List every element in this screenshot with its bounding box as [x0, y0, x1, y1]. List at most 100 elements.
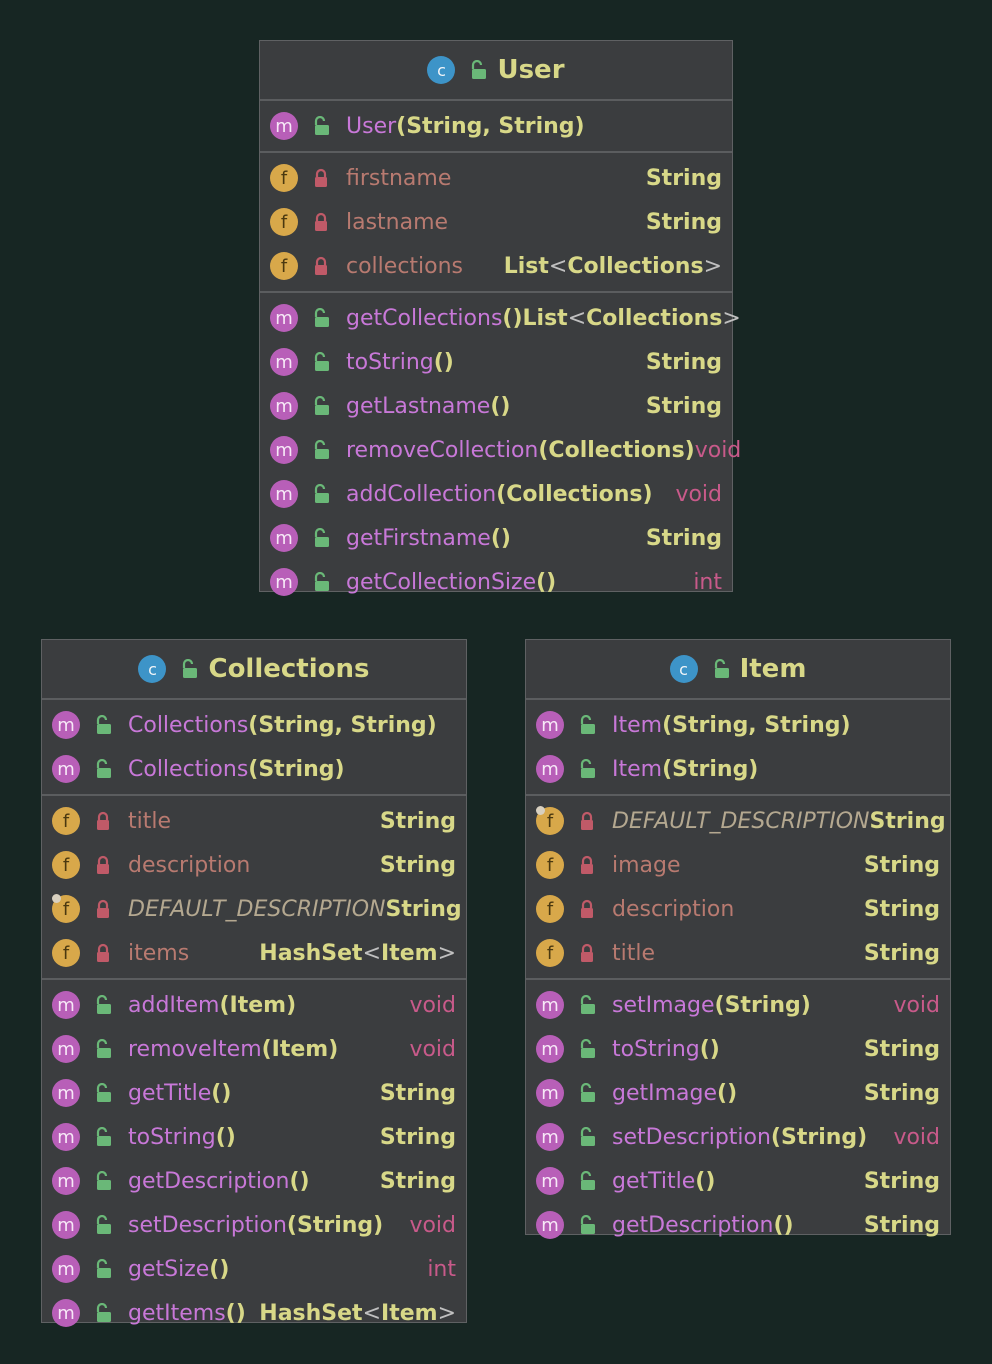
method-row[interactable]: m setDescription(String) void — [42, 1203, 466, 1247]
unlocked-icon — [578, 1215, 596, 1235]
method-row[interactable]: m getDescription() String — [42, 1159, 466, 1203]
field-row[interactable]: f description String — [526, 887, 950, 931]
field-row[interactable]: f lastname String — [260, 200, 732, 244]
method-row[interactable]: m Collections(String, String) — [42, 703, 466, 747]
member-identifier: getSize — [128, 1256, 210, 1282]
method-row[interactable]: m removeCollection(Collections) void — [260, 428, 741, 472]
member-identifier: getCollections — [346, 305, 503, 331]
method-row[interactable]: m getCollectionSize() int — [260, 560, 732, 604]
return-type: String — [863, 1168, 940, 1194]
class-header[interactable]: c Collections — [42, 640, 466, 700]
lock-icon — [94, 855, 112, 875]
method-row[interactable]: m toString() String — [42, 1115, 466, 1159]
field-row[interactable]: f firstname String — [260, 156, 732, 200]
method-row[interactable]: m toString() String — [260, 340, 732, 384]
method-row[interactable]: m setImage(String) void — [526, 983, 950, 1027]
field-row[interactable]: f title String — [526, 931, 950, 975]
field-name: description — [612, 897, 734, 922]
field-f-icon: f — [536, 851, 564, 879]
method-m-icon: m — [52, 755, 80, 783]
member-params: () — [490, 393, 511, 419]
method-row[interactable]: m setDescription(String) void — [526, 1115, 950, 1159]
member-identifier: DEFAULT_DESCRIPTION — [128, 896, 386, 922]
unlocked-icon — [312, 528, 330, 548]
return-type: void — [675, 481, 722, 507]
member-identifier: setDescription — [612, 1124, 771, 1150]
methods-section: m addItem(Item) void m removeItem(Item) void m… — [42, 980, 466, 1338]
field-f-icon: f — [270, 164, 298, 192]
method-row[interactable]: m getCollections() List<Collections> — [260, 296, 741, 340]
method-name: getSize() — [128, 1257, 229, 1282]
return-type: HashSet<Item> — [259, 940, 456, 966]
member-identifier: firstname — [346, 165, 452, 191]
method-row[interactable]: m toString() String — [526, 1027, 950, 1071]
unlocked-icon — [312, 396, 330, 416]
method-row[interactable]: m Item(String, String) — [526, 703, 950, 747]
unlocked-icon — [712, 659, 730, 679]
unlocked-icon — [94, 1127, 112, 1147]
field-f-icon: f — [52, 851, 80, 879]
field-f-icon: f — [270, 252, 298, 280]
member-identifier: items — [128, 940, 190, 966]
unlocked-icon — [312, 572, 330, 592]
member-params: () — [225, 1300, 246, 1326]
method-m-icon: m — [52, 1123, 80, 1151]
member-params: () — [433, 349, 454, 375]
method-row[interactable]: m removeItem(Item) void — [42, 1027, 466, 1071]
unlocked-icon — [94, 1171, 112, 1191]
method-row[interactable]: m User(String, String) — [260, 104, 732, 148]
member-params: (String) — [770, 1124, 868, 1150]
field-f-icon: f — [536, 939, 564, 967]
field-row[interactable]: f title String — [42, 799, 466, 843]
return-type: int — [427, 1256, 456, 1282]
method-row[interactable]: m getImage() String — [526, 1071, 950, 1115]
member-identifier: getFirstname — [346, 525, 491, 551]
unlocked-icon — [312, 440, 330, 460]
member-identifier: toString — [612, 1036, 700, 1062]
lock-icon — [312, 256, 330, 276]
method-row[interactable]: m addCollection(Collections) void — [260, 472, 732, 516]
method-m-icon: m — [52, 1035, 80, 1063]
member-params: () — [502, 305, 523, 331]
method-row[interactable]: m addItem(Item) void — [42, 983, 466, 1027]
class-header[interactable]: c Item — [526, 640, 950, 700]
method-name: getCollections() — [346, 306, 523, 331]
class-title: User — [497, 55, 565, 85]
unlocked-icon — [180, 659, 198, 679]
return-type: String — [645, 209, 722, 235]
method-row[interactable]: m getLastname() String — [260, 384, 732, 428]
member-identifier: lastname — [346, 209, 449, 235]
methods-section: m setImage(String) void m toString() String m g… — [526, 980, 950, 1250]
return-type: String — [379, 1124, 456, 1150]
field-row[interactable]: f DEFAULT_DESCRIPTION String — [42, 887, 466, 931]
field-row[interactable]: f collections List<Collections> — [260, 244, 732, 288]
member-identifier: description — [612, 896, 735, 922]
method-row[interactable]: m getTitle() String — [526, 1159, 950, 1203]
member-params: (String) — [662, 756, 759, 782]
method-row[interactable]: m Item(String) — [526, 747, 950, 791]
member-params: () — [773, 1212, 794, 1238]
method-m-icon: m — [270, 112, 298, 140]
member-params: () — [695, 1168, 716, 1194]
return-type: String — [379, 852, 456, 878]
field-row[interactable]: f items HashSet<Item> — [42, 931, 466, 975]
generic-bracket: < — [548, 253, 568, 279]
method-row[interactable]: m getDescription() String — [526, 1203, 950, 1247]
member-params: () — [215, 1124, 236, 1150]
field-row[interactable]: f DEFAULT_DESCRIPTION String — [526, 799, 950, 843]
method-row[interactable]: m getFirstname() String — [260, 516, 732, 560]
method-name: removeCollection(Collections) — [346, 438, 695, 463]
class-header[interactable]: c User — [260, 41, 732, 101]
method-row[interactable]: m getSize() int — [42, 1247, 466, 1291]
method-row[interactable]: m getTitle() String — [42, 1071, 466, 1115]
field-row[interactable]: f description String — [42, 843, 466, 887]
unlocked-icon — [94, 995, 112, 1015]
unlocked-icon — [94, 1039, 112, 1059]
method-m-icon: m — [270, 436, 298, 464]
method-row[interactable]: m getItems() HashSet<Item> — [42, 1291, 466, 1335]
member-params: () — [490, 525, 511, 551]
member-params: () — [289, 1168, 310, 1194]
method-row[interactable]: m Collections(String) — [42, 747, 466, 791]
field-row[interactable]: f image String — [526, 843, 950, 887]
unlocked-icon — [94, 1259, 112, 1279]
